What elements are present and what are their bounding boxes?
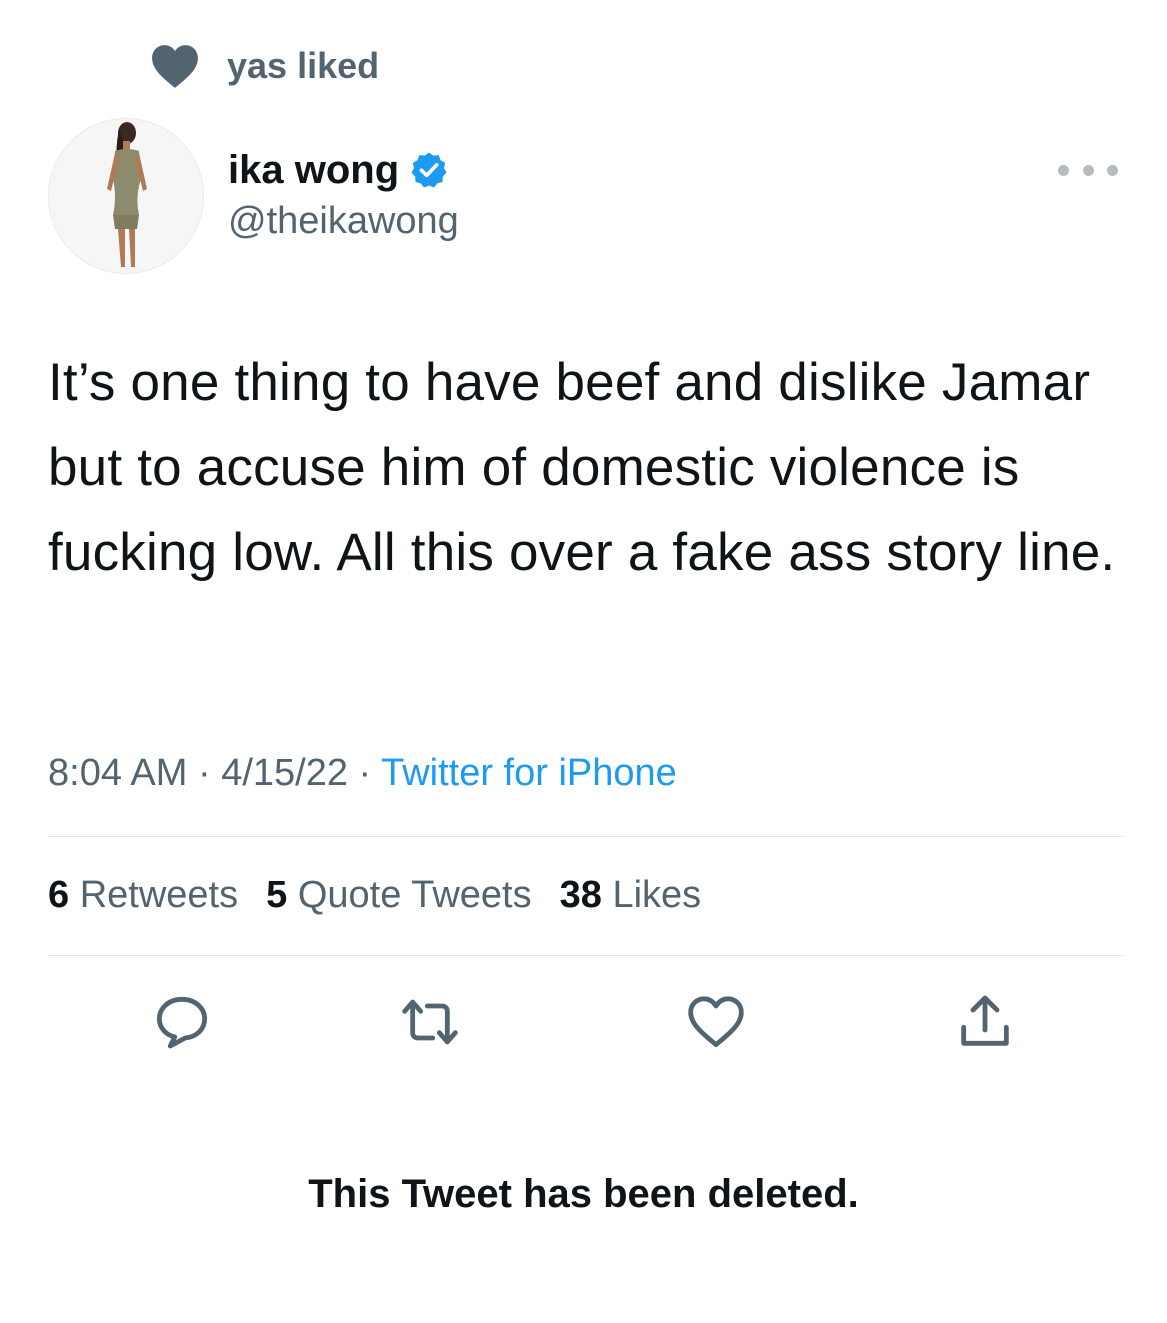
likes-label: Likes [612, 874, 702, 916]
social-context: yas liked [150, 42, 379, 90]
like-heart-icon [688, 996, 744, 1048]
more-dot [1107, 164, 1118, 176]
likes-count: 38 [559, 874, 602, 916]
retweet-button[interactable] [398, 990, 462, 1054]
quote-tweets-stat[interactable]: 5 Quote Tweets [266, 874, 531, 917]
more-options-icon[interactable] [1058, 160, 1118, 180]
retweets-count: 6 [48, 874, 70, 916]
author-handle[interactable]: @theikawong [228, 200, 459, 243]
quote-tweets-count: 5 [266, 874, 288, 916]
retweet-icon [402, 999, 458, 1045]
tweet-source-link[interactable]: Twitter for iPhone [381, 752, 677, 794]
author-name[interactable]: ika wong [228, 148, 399, 193]
avatar-image [49, 119, 203, 273]
tweet-text: It’s one thing to have beef and dislike … [48, 353, 1116, 582]
more-dot [1058, 164, 1069, 176]
likes-stat[interactable]: 38 Likes [560, 874, 702, 917]
deleted-notice: This Tweet has been deleted. [308, 1172, 859, 1216]
social-context-text: yas liked [227, 45, 380, 86]
tweet-meta: 8:04 AM · 4/15/22 · Twitter for iPhone [48, 752, 677, 795]
meta-separator: · [187, 752, 222, 794]
reply-icon [156, 996, 208, 1049]
author-name-row[interactable]: ika wong [228, 146, 449, 194]
tweet-stats: 6 Retweets 5 Quote Tweets 38 Likes [48, 874, 729, 917]
verified-badge-icon [411, 152, 447, 188]
share-button[interactable] [953, 990, 1017, 1054]
tweet-time[interactable]: 8:04 AM [48, 752, 187, 794]
share-icon [961, 995, 1009, 1046]
like-button[interactable] [684, 990, 748, 1054]
heart-icon [152, 45, 198, 88]
quote-tweets-label: Quote Tweets [297, 874, 532, 916]
divider [48, 955, 1123, 956]
retweets-stat[interactable]: 6 Retweets [48, 874, 238, 917]
retweets-label: Retweets [79, 874, 239, 916]
more-dot [1082, 164, 1094, 176]
tweet-date[interactable]: 4/15/22 [221, 752, 348, 794]
reply-button[interactable] [150, 990, 214, 1054]
avatar[interactable] [48, 118, 204, 274]
meta-separator: · [348, 752, 382, 794]
divider [48, 836, 1123, 837]
